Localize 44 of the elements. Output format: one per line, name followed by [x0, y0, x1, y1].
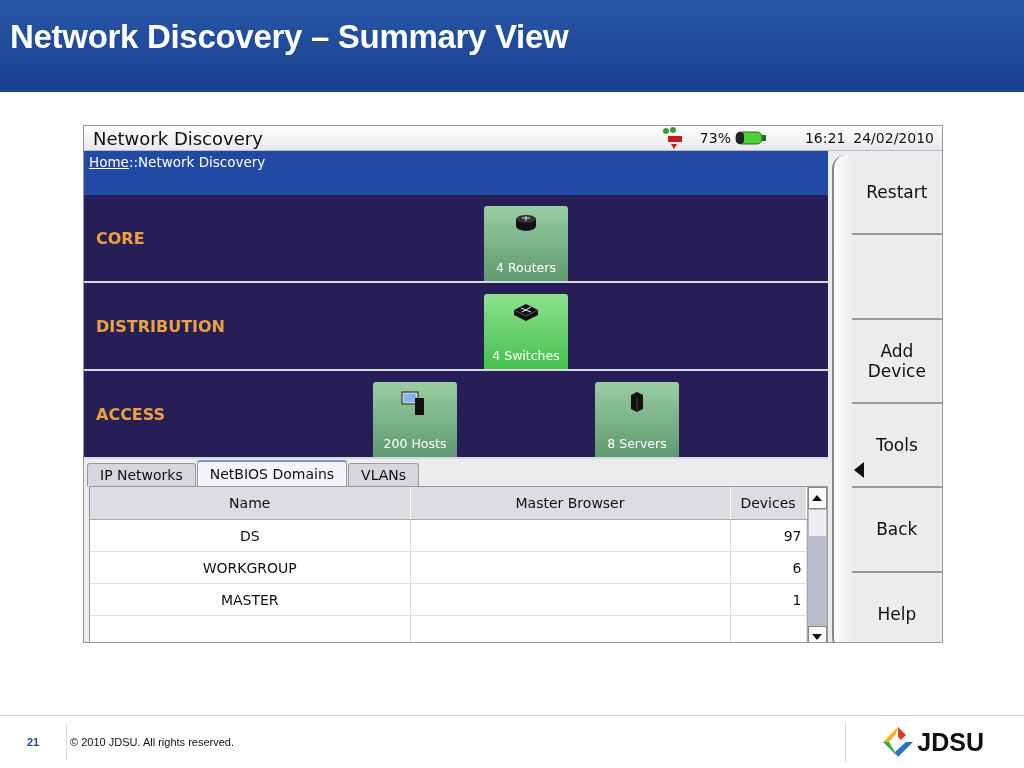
scroll-down-icon[interactable] [807, 626, 827, 642]
table-cell: MASTER [90, 583, 410, 616]
submenu-arrow-icon [853, 462, 864, 479]
softkey[interactable]: Help [851, 572, 942, 642]
screen-title: Network Discovery [93, 127, 264, 149]
logo-icon [882, 726, 915, 758]
layer-label: ACCESS [95, 404, 167, 424]
home-link[interactable]: Home [89, 154, 129, 170]
battery-icon [734, 130, 767, 146]
scrollbar[interactable] [806, 487, 827, 642]
column-header[interactable]: Name [90, 487, 410, 520]
softkey[interactable]: Add Device [851, 319, 942, 404]
switch-icon [513, 302, 539, 322]
column-header[interactable]: Master Browser [410, 487, 730, 520]
page-number: 21 [0, 724, 67, 760]
table-cell: DS [90, 519, 410, 552]
softkey[interactable]: Tools [851, 404, 942, 489]
battery-percent: 73% [699, 130, 731, 146]
tab[interactable]: NetBIOS Domains [196, 460, 348, 486]
server-icon [629, 390, 645, 412]
tab[interactable]: IP Networks [87, 463, 196, 486]
time: 16:21 [804, 130, 846, 146]
tab[interactable]: VLANs [348, 463, 420, 486]
slide-title: Network Discovery – Summary View [10, 18, 569, 56]
logo-text: JDSU [917, 727, 984, 757]
softkey[interactable]: Restart [851, 151, 942, 236]
breadcrumb-text: ::Network Discovery [128, 154, 266, 170]
scroll-up-icon[interactable] [807, 487, 827, 509]
table-cell: 6 [730, 551, 806, 584]
tile-label: 4 Routers [496, 260, 556, 275]
column-header[interactable]: Devices [730, 487, 806, 520]
tile-label: 4 Switches [492, 348, 560, 363]
date: 24/02/2010 [853, 130, 934, 146]
copyright: © 2010 JDSU. All rights reserved. [70, 736, 235, 748]
softkey[interactable]: Back [851, 488, 942, 573]
table-cell: 97 [730, 519, 806, 552]
layer-label: DISTRIBUTION [95, 316, 226, 336]
tile-label: 200 Hosts [383, 436, 447, 451]
router-icon [515, 214, 537, 232]
table-cell: WORKGROUP [90, 551, 410, 584]
table-cell: 1 [730, 583, 806, 616]
scroll-thumb[interactable] [807, 509, 827, 537]
layer-label: CORE [95, 228, 146, 248]
tile-label: 8 Servers [607, 436, 667, 451]
